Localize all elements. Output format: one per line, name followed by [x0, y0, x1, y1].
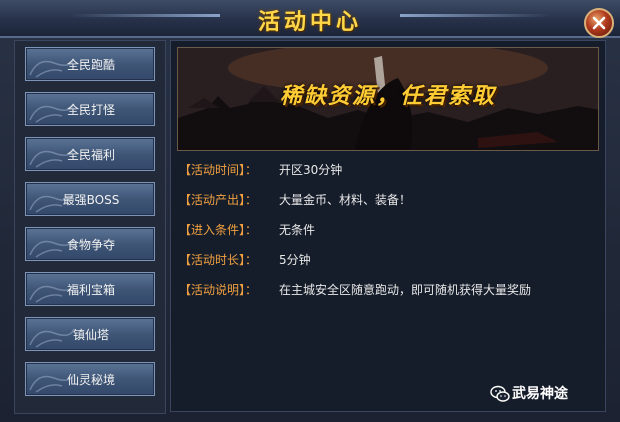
info-row-time: 【活动时间】： 开区30分钟 — [179, 161, 342, 179]
activity-sidebar: 全民跑酷 全民打怪 全民福利 最强BOSS 食物争夺 福利宝箱 镇仙塔 仙灵秘境 — [14, 40, 166, 414]
close-button[interactable] — [584, 8, 614, 38]
info-key: 【进入条件】： — [179, 223, 258, 237]
activity-banner: 稀缺资源，任君索取 — [177, 47, 599, 151]
info-value: 5分钟 — [279, 253, 311, 267]
info-value: 大量金币、材料、装备！ — [279, 193, 412, 207]
sidebar-item-parkour[interactable]: 全民跑酷 — [25, 47, 155, 81]
title-bar: 活动中心 — [0, 0, 620, 38]
sidebar-item-fairy-realm[interactable]: 仙灵秘境 — [25, 362, 155, 396]
sidebar-item-label: 全民福利 — [66, 148, 115, 162]
close-icon — [592, 16, 606, 30]
sidebar-item-label: 全民跑酷 — [66, 58, 115, 72]
sidebar-item-label: 最强BOSS — [62, 193, 120, 207]
wechat-icon — [490, 385, 510, 402]
info-key: 【活动产出】： — [179, 193, 258, 207]
info-key: 【活动说明】： — [179, 283, 258, 297]
info-value: 开区30分钟 — [279, 163, 343, 177]
sidebar-item-label: 全民打怪 — [66, 103, 115, 117]
info-key: 【活动时长】： — [179, 253, 258, 267]
activity-detail-panel: 稀缺资源，任君索取 【活动时间】： 开区30分钟 【活动产出】： 大量金币、材料… — [170, 40, 606, 412]
sidebar-item-monster-hunt[interactable]: 全民打怪 — [25, 92, 155, 126]
info-row-condition: 【进入条件】： 无条件 — [179, 221, 315, 239]
watermark-text: 武易神途 — [512, 386, 568, 402]
sidebar-item-immortal-tower[interactable]: 镇仙塔 — [25, 317, 155, 351]
activity-center-window: 活动中心 全民跑酷 全民打怪 全民福利 最强BOSS 食物争夺 福利宝箱 镇仙塔… — [0, 0, 620, 422]
sidebar-item-label: 仙灵秘境 — [66, 373, 115, 387]
sidebar-item-label: 镇仙塔 — [72, 328, 109, 342]
banner-slogan: 稀缺资源，任君索取 — [279, 83, 496, 109]
info-value: 无条件 — [279, 223, 316, 237]
info-value: 在主城安全区随意跑动，即可随机获得大量奖励 — [279, 283, 532, 297]
sidebar-item-strongest-boss[interactable]: 最强BOSS — [25, 182, 155, 216]
sidebar-item-label: 福利宝箱 — [66, 283, 115, 297]
info-key: 【活动时间】： — [179, 163, 258, 177]
window-title: 活动中心 — [257, 10, 362, 35]
sidebar-item-treasure-chest[interactable]: 福利宝箱 — [25, 272, 155, 306]
sidebar-item-welfare[interactable]: 全民福利 — [25, 137, 155, 171]
info-row-description: 【活动说明】： 在主城安全区随意跑动，即可随机获得大量奖励 — [179, 281, 531, 299]
info-row-duration: 【活动时长】： 5分钟 — [179, 251, 311, 269]
sidebar-item-food-contest[interactable]: 食物争夺 — [25, 227, 155, 261]
info-row-output: 【活动产出】： 大量金币、材料、装备！ — [179, 191, 411, 209]
sidebar-item-label: 食物争夺 — [66, 238, 115, 252]
